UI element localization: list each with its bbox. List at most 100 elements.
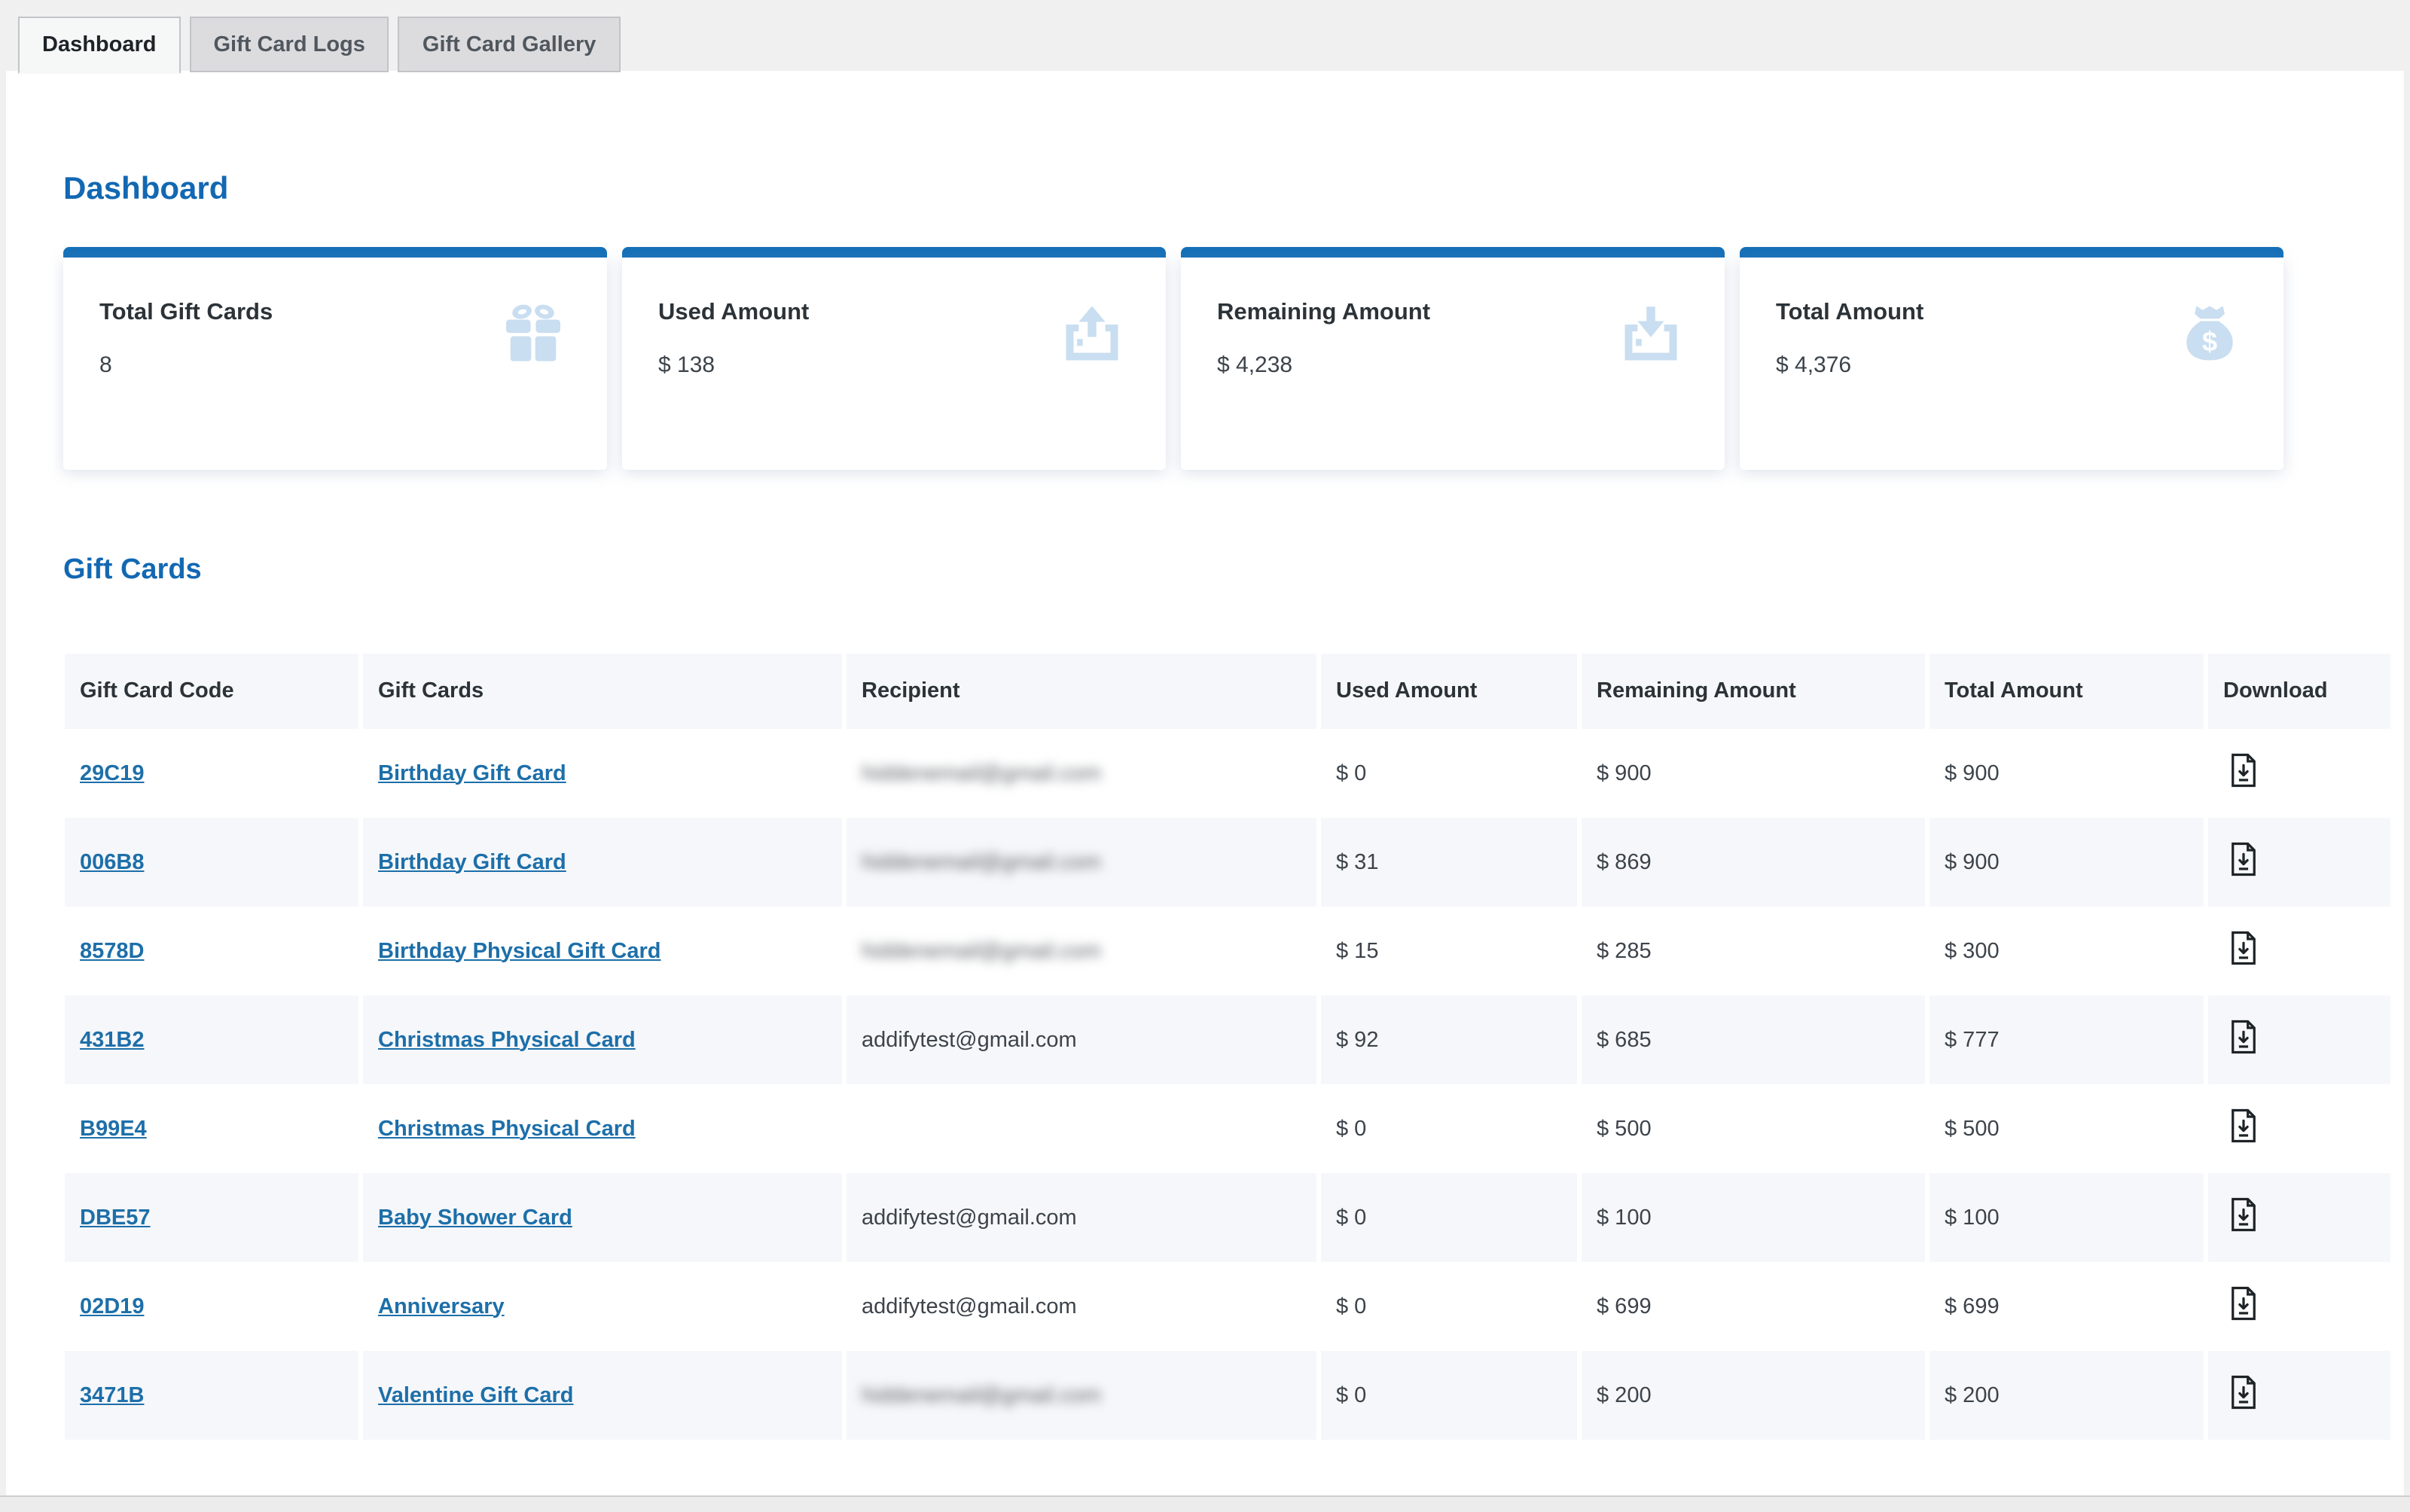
used-amount-cell: $ 0 bbox=[1321, 1173, 1577, 1262]
recipient-email-redacted: hiddenemail@gmail.com bbox=[862, 850, 1101, 874]
summary-card-total-gift-cards: Total Gift Cards 8 bbox=[63, 247, 607, 470]
tab-gift-card-gallery[interactable]: Gift Card Gallery bbox=[398, 17, 620, 72]
download-gift-card-button[interactable] bbox=[2229, 1020, 2258, 1054]
remaining-amount-cell: $ 900 bbox=[1582, 729, 1925, 818]
table-row: 02D19 Anniversary addifytest@gmail.com $… bbox=[65, 1262, 2390, 1351]
gift-cards-table: Gift Card Code Gift Cards Recipient Used… bbox=[60, 654, 2395, 1440]
used-amount-cell: $ 0 bbox=[1321, 1262, 1577, 1351]
summary-cards-row: Total Gift Cards 8 bbox=[63, 247, 2404, 470]
column-header-download: Download bbox=[2208, 654, 2390, 729]
gift-card-code-link[interactable]: 006B8 bbox=[80, 850, 144, 874]
card-value: $ 138 bbox=[658, 352, 809, 378]
card-value: $ 4,376 bbox=[1776, 352, 1923, 378]
card-accent-bar bbox=[63, 247, 607, 258]
gift-card-code-link[interactable]: 3471B bbox=[80, 1383, 144, 1407]
recipient-email: addifytest@gmail.com bbox=[847, 1262, 1316, 1351]
gift-cards-section-title: Gift Cards bbox=[63, 554, 2404, 587]
column-header-total-amount: Total Amount bbox=[1930, 654, 2204, 729]
gift-card-name-link[interactable]: Birthday Gift Card bbox=[378, 761, 566, 785]
column-header-used-amount: Used Amount bbox=[1321, 654, 1577, 729]
recipient-email-redacted: hiddenemail@gmail.com bbox=[862, 939, 1101, 963]
used-amount-cell: $ 0 bbox=[1321, 1351, 1577, 1440]
page-title: Dashboard bbox=[63, 172, 2404, 208]
gift-card-name-link[interactable]: Anniversary bbox=[378, 1294, 505, 1318]
screen: Dashboard Gift Card Logs Gift Card Galle… bbox=[0, 0, 2410, 1510]
used-amount-cell: $ 92 bbox=[1321, 995, 1577, 1084]
remaining-amount-cell: $ 869 bbox=[1582, 818, 1925, 907]
download-gift-card-button[interactable] bbox=[2229, 1197, 2258, 1232]
gift-card-name-link[interactable]: Birthday Physical Gift Card bbox=[378, 939, 661, 963]
recipient-email: addifytest@gmail.com bbox=[847, 1173, 1316, 1262]
remaining-amount-cell: $ 285 bbox=[1582, 907, 1925, 995]
summary-card-remaining-amount: Remaining Amount $ 4,238 bbox=[1181, 247, 1725, 470]
column-header-recipient: Recipient bbox=[847, 654, 1316, 729]
table-row: 006B8 Birthday Gift Card hiddenemail@gma… bbox=[65, 818, 2390, 907]
table-row: B99E4 Christmas Physical Card $ 0 $ 500 … bbox=[65, 1084, 2390, 1173]
used-amount-cell: $ 15 bbox=[1321, 907, 1577, 995]
total-amount-cell: $ 900 bbox=[1930, 729, 2204, 818]
money-bag-icon: $ bbox=[2175, 300, 2244, 369]
card-title: Remaining Amount bbox=[1217, 300, 1430, 327]
summary-card-total-amount: Total Amount $ 4,376 $ bbox=[1740, 247, 2283, 470]
gift-card-name-link[interactable]: Valentine Gift Card bbox=[378, 1383, 573, 1407]
card-title: Total Amount bbox=[1776, 300, 1923, 327]
card-accent-bar bbox=[1740, 247, 2283, 258]
total-amount-cell: $ 500 bbox=[1930, 1084, 2204, 1173]
card-title: Used Amount bbox=[658, 300, 809, 327]
gift-card-name-link[interactable]: Christmas Physical Card bbox=[378, 1117, 636, 1141]
gift-card-code-link[interactable]: 8578D bbox=[80, 939, 144, 963]
gift-card-name-link[interactable]: Birthday Gift Card bbox=[378, 850, 566, 874]
table-row: 29C19 Birthday Gift Card hiddenemail@gma… bbox=[65, 729, 2390, 818]
content-panel: Dashboard Total Gift Cards 8 bbox=[6, 71, 2404, 1495]
gift-card-name-link[interactable]: Baby Shower Card bbox=[378, 1206, 572, 1230]
table-row: 431B2 Christmas Physical Card addifytest… bbox=[65, 995, 2390, 1084]
card-value: 8 bbox=[99, 352, 273, 378]
table-row: 3471B Valentine Gift Card hiddenemail@gm… bbox=[65, 1351, 2390, 1440]
tab-gift-card-logs[interactable]: Gift Card Logs bbox=[190, 17, 389, 72]
total-amount-cell: $ 200 bbox=[1930, 1351, 2204, 1440]
used-amount-cell: $ 0 bbox=[1321, 729, 1577, 818]
download-gift-card-button[interactable] bbox=[2229, 753, 2258, 788]
gift-card-code-link[interactable]: 02D19 bbox=[80, 1294, 144, 1318]
download-gift-card-button[interactable] bbox=[2229, 842, 2258, 876]
total-amount-cell: $ 300 bbox=[1930, 907, 2204, 995]
gift-card-code-link[interactable]: DBE57 bbox=[80, 1206, 151, 1230]
download-gift-card-button[interactable] bbox=[2229, 1108, 2258, 1143]
download-gift-card-button[interactable] bbox=[2229, 1286, 2258, 1321]
remaining-amount-cell: $ 699 bbox=[1582, 1262, 1925, 1351]
column-header-gift-cards: Gift Cards bbox=[363, 654, 842, 729]
used-amount-cell: $ 0 bbox=[1321, 1084, 1577, 1173]
recipient-email-redacted: hiddenemail@gmail.com bbox=[862, 761, 1101, 785]
tab-dashboard[interactable]: Dashboard bbox=[18, 17, 181, 74]
card-accent-bar bbox=[1181, 247, 1725, 258]
gift-card-name-link[interactable]: Christmas Physical Card bbox=[378, 1028, 636, 1052]
gift-card-code-link[interactable]: 29C19 bbox=[80, 761, 144, 785]
table-row: DBE57 Baby Shower Card addifytest@gmail.… bbox=[65, 1173, 2390, 1262]
gift-card-code-link[interactable]: B99E4 bbox=[80, 1117, 147, 1141]
svg-text:$: $ bbox=[2202, 326, 2217, 357]
recipient-email: addifytest@gmail.com bbox=[847, 995, 1316, 1084]
table-row: 8578D Birthday Physical Gift Card hidden… bbox=[65, 907, 2390, 995]
remaining-amount-cell: $ 100 bbox=[1582, 1173, 1925, 1262]
recipient-email bbox=[847, 1084, 1316, 1173]
table-header-row: Gift Card Code Gift Cards Recipient Used… bbox=[65, 654, 2390, 729]
column-header-remaining-amount: Remaining Amount bbox=[1582, 654, 1925, 729]
total-amount-cell: $ 699 bbox=[1930, 1262, 2204, 1351]
tray-arrow-down-icon bbox=[1616, 300, 1685, 369]
total-amount-cell: $ 100 bbox=[1930, 1173, 2204, 1262]
tab-bar: Dashboard Gift Card Logs Gift Card Galle… bbox=[18, 17, 629, 74]
remaining-amount-cell: $ 200 bbox=[1582, 1351, 1925, 1440]
gift-card-code-link[interactable]: 431B2 bbox=[80, 1028, 144, 1052]
gift-icon bbox=[499, 300, 568, 369]
page-bottom-strip bbox=[0, 1495, 2410, 1512]
total-amount-cell: $ 777 bbox=[1930, 995, 2204, 1084]
column-header-gift-card-code: Gift Card Code bbox=[65, 654, 358, 729]
remaining-amount-cell: $ 500 bbox=[1582, 1084, 1925, 1173]
download-gift-card-button[interactable] bbox=[2229, 1375, 2258, 1410]
download-gift-card-button[interactable] bbox=[2229, 931, 2258, 965]
total-amount-cell: $ 900 bbox=[1930, 818, 2204, 907]
remaining-amount-cell: $ 685 bbox=[1582, 995, 1925, 1084]
card-title: Total Gift Cards bbox=[99, 300, 273, 327]
tray-arrow-up-icon bbox=[1057, 300, 1127, 369]
card-accent-bar bbox=[622, 247, 1166, 258]
